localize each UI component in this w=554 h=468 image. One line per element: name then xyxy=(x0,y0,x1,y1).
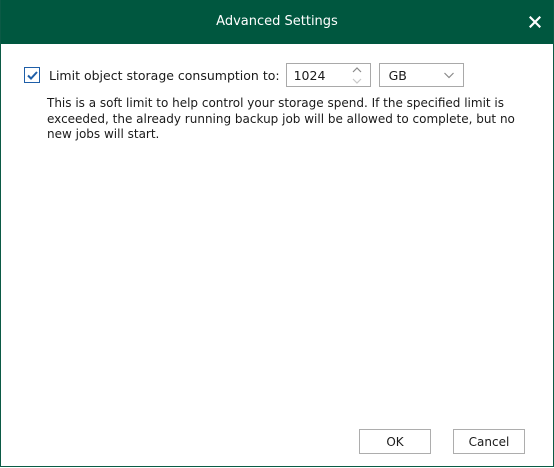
advanced-settings-dialog: Advanced Settings Limit object storage c… xyxy=(0,0,554,467)
ok-button[interactable]: OK xyxy=(359,429,431,454)
increment-button[interactable] xyxy=(348,64,366,75)
checkmark-icon xyxy=(26,70,38,80)
limit-label: Limit object storage consumption to: xyxy=(49,67,280,83)
title-bar: Advanced Settings xyxy=(1,0,553,44)
close-button[interactable] xyxy=(523,10,547,34)
limit-description: This is a soft limit to help control you… xyxy=(47,96,515,141)
close-icon xyxy=(529,16,541,28)
cancel-button[interactable]: Cancel xyxy=(453,429,525,454)
chevron-down-icon xyxy=(352,78,362,84)
dialog-title: Advanced Settings xyxy=(216,14,338,29)
limit-row: Limit object storage consumption to: 102… xyxy=(24,62,464,88)
unit-selected-value: GB xyxy=(388,68,407,83)
limit-value: 1024 xyxy=(293,68,326,83)
unit-dropdown[interactable]: GB xyxy=(378,63,464,87)
chevron-down-icon xyxy=(443,72,454,79)
limit-spinner xyxy=(348,64,366,86)
decrement-button[interactable] xyxy=(348,75,366,86)
chevron-up-icon xyxy=(352,66,362,72)
limit-value-input[interactable]: 1024 xyxy=(285,63,371,87)
limit-checkbox[interactable] xyxy=(24,67,40,83)
